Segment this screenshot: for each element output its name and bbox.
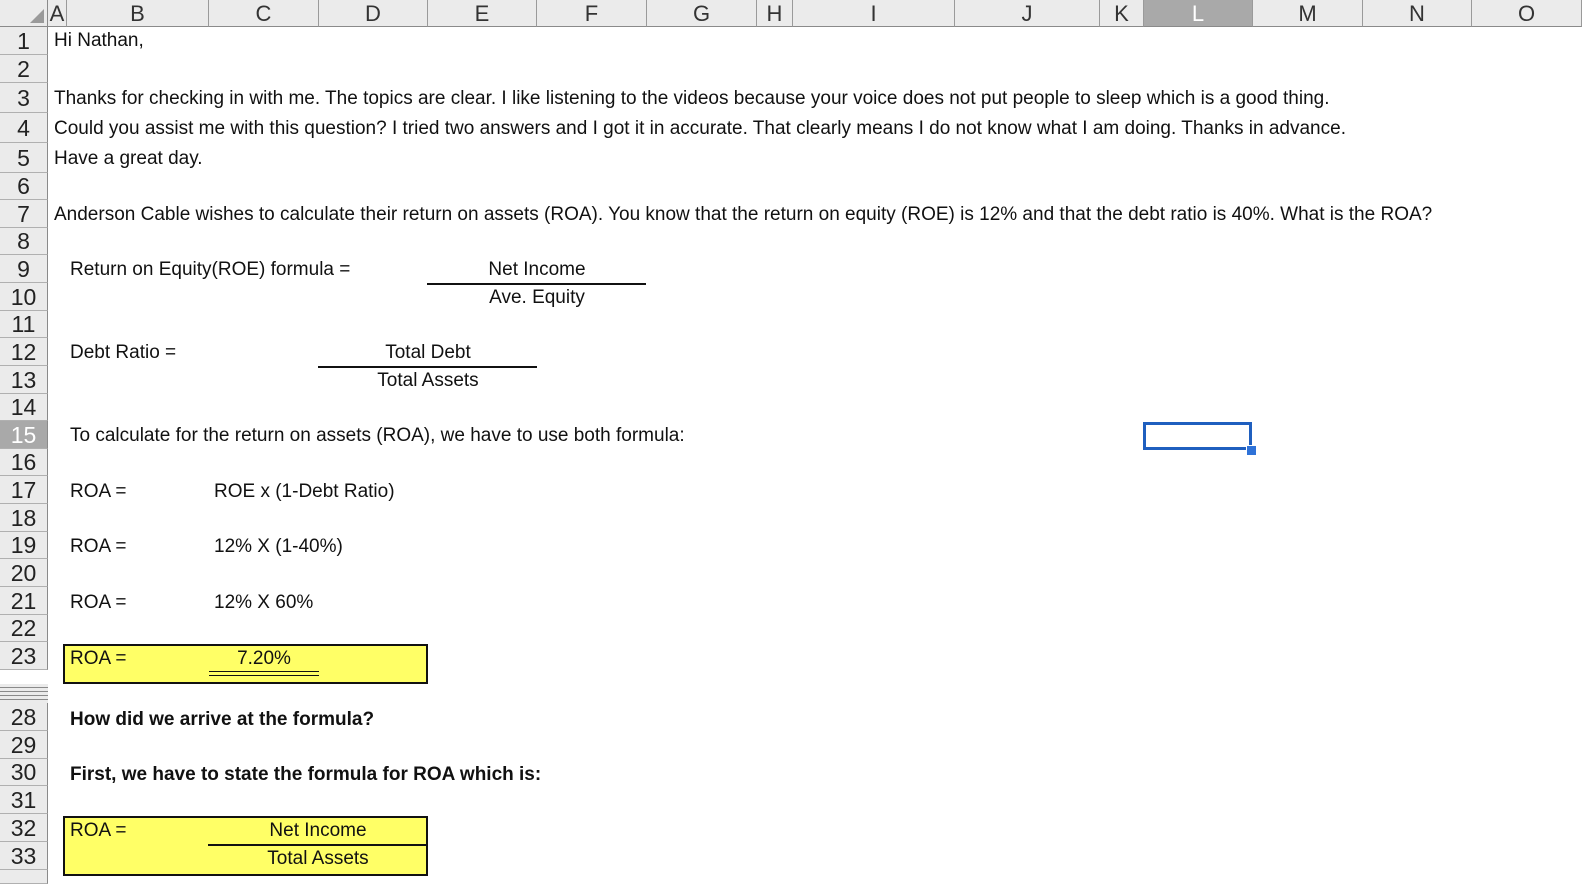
row-header-11[interactable]: 11 <box>0 311 48 338</box>
cell-a3[interactable]: Thanks for checking in with me. The topi… <box>54 89 1330 108</box>
select-all-corner[interactable] <box>0 0 48 27</box>
row-header-18[interactable]: 18 <box>0 504 48 532</box>
row-header-7[interactable]: 7 <box>0 200 48 228</box>
cell-c17[interactable]: ROE x (1-Debt Ratio) <box>214 482 395 501</box>
fill-handle[interactable] <box>1246 445 1257 456</box>
cell-b32[interactable]: ROA = <box>70 821 127 840</box>
cell-c21[interactable]: 12% X 60% <box>214 593 313 612</box>
cell-d13[interactable]: Total Assets <box>319 371 537 390</box>
cell-b28[interactable]: How did we arrive at the formula? <box>70 710 374 729</box>
cell-a7[interactable]: Anderson Cable wishes to calculate their… <box>54 205 1432 224</box>
cell-c19[interactable]: 12% X (1-40%) <box>214 537 343 556</box>
row-header-12[interactable]: 12 <box>0 338 48 366</box>
row-header-22[interactable]: 22 <box>0 615 48 642</box>
row-header-14[interactable]: 14 <box>0 394 48 421</box>
column-header-o[interactable]: O <box>1472 0 1582 27</box>
fraction-bar <box>208 844 427 846</box>
double-underline <box>209 671 319 676</box>
row-header-28[interactable]: 28 <box>0 703 48 731</box>
column-header-b[interactable]: B <box>67 0 209 27</box>
row-header-30[interactable]: 30 <box>0 759 48 786</box>
row-header-2[interactable]: 2 <box>0 55 48 83</box>
cell-c32[interactable]: Net Income <box>209 821 427 840</box>
spreadsheet: A B C D E F G H I J K L M N O 1 2 3 4 5 … <box>0 0 1582 884</box>
row-header-15[interactable]: 15 <box>0 421 48 449</box>
cell-a1[interactable]: Hi Nathan, <box>54 31 144 50</box>
row-header-19[interactable]: 19 <box>0 532 48 559</box>
row-header-4[interactable]: 4 <box>0 113 48 143</box>
cell-e10[interactable]: Ave. Equity <box>428 288 646 307</box>
row-header-3[interactable]: 3 <box>0 83 48 113</box>
row-header-17[interactable]: 17 <box>0 476 48 504</box>
row-header-20[interactable]: 20 <box>0 559 48 587</box>
column-header-i[interactable]: I <box>793 0 955 27</box>
cell-e9[interactable]: Net Income <box>428 260 646 279</box>
cell-c23[interactable]: 7.20% <box>209 649 319 668</box>
cell-b12[interactable]: Debt Ratio = <box>70 343 176 362</box>
cell-a5[interactable]: Have a great day. <box>54 149 203 168</box>
row-header-6[interactable]: 6 <box>0 173 48 200</box>
hidden-rows-indicator[interactable] <box>0 684 48 703</box>
row-header-1[interactable]: 1 <box>0 27 48 55</box>
cell-b15[interactable]: To calculate for the return on assets (R… <box>70 426 685 445</box>
row-header-29[interactable]: 29 <box>0 731 48 759</box>
column-header-k[interactable]: K <box>1100 0 1144 27</box>
row-header-16[interactable]: 16 <box>0 449 48 476</box>
column-header-f[interactable]: F <box>537 0 647 27</box>
selected-cell-l15[interactable] <box>1143 422 1252 450</box>
cell-b19[interactable]: ROA = <box>70 537 127 556</box>
cell-d12[interactable]: Total Debt <box>319 343 537 362</box>
row-header-10[interactable]: 10 <box>0 283 48 311</box>
row-header-9[interactable]: 9 <box>0 255 48 283</box>
column-header-c[interactable]: C <box>209 0 319 27</box>
column-header-e[interactable]: E <box>428 0 537 27</box>
fraction-bar <box>318 366 537 368</box>
cell-a4[interactable]: Could you assist me with this question? … <box>54 119 1346 138</box>
fraction-bar <box>427 283 646 285</box>
row-header-5[interactable]: 5 <box>0 143 48 173</box>
column-header-m[interactable]: M <box>1253 0 1363 27</box>
column-header-j[interactable]: J <box>955 0 1100 27</box>
cell-b21[interactable]: ROA = <box>70 593 127 612</box>
column-header-l[interactable]: L <box>1144 0 1253 27</box>
row-header-32[interactable]: 32 <box>0 814 48 842</box>
column-header-g[interactable]: G <box>647 0 757 27</box>
column-header-h[interactable]: H <box>757 0 793 27</box>
row-header-34[interactable] <box>0 870 48 884</box>
row-header-8[interactable]: 8 <box>0 228 48 255</box>
column-header-d[interactable]: D <box>319 0 428 27</box>
row-header-33[interactable]: 33 <box>0 842 48 870</box>
hidden-rows-gap <box>48 684 1582 703</box>
column-header-n[interactable]: N <box>1363 0 1472 27</box>
cell-b30[interactable]: First, we have to state the formula for … <box>70 765 541 784</box>
row-header-31[interactable]: 31 <box>0 786 48 814</box>
cell-b9[interactable]: Return on Equity(ROE) formula = <box>70 260 350 279</box>
cell-c33[interactable]: Total Assets <box>209 849 427 868</box>
row-header-21[interactable]: 21 <box>0 587 48 615</box>
cell-b23[interactable]: ROA = <box>70 649 127 668</box>
cell-b17[interactable]: ROA = <box>70 482 127 501</box>
row-header-23[interactable]: 23 <box>0 642 48 670</box>
column-header-a[interactable]: A <box>48 0 67 27</box>
row-header-13[interactable]: 13 <box>0 366 48 394</box>
